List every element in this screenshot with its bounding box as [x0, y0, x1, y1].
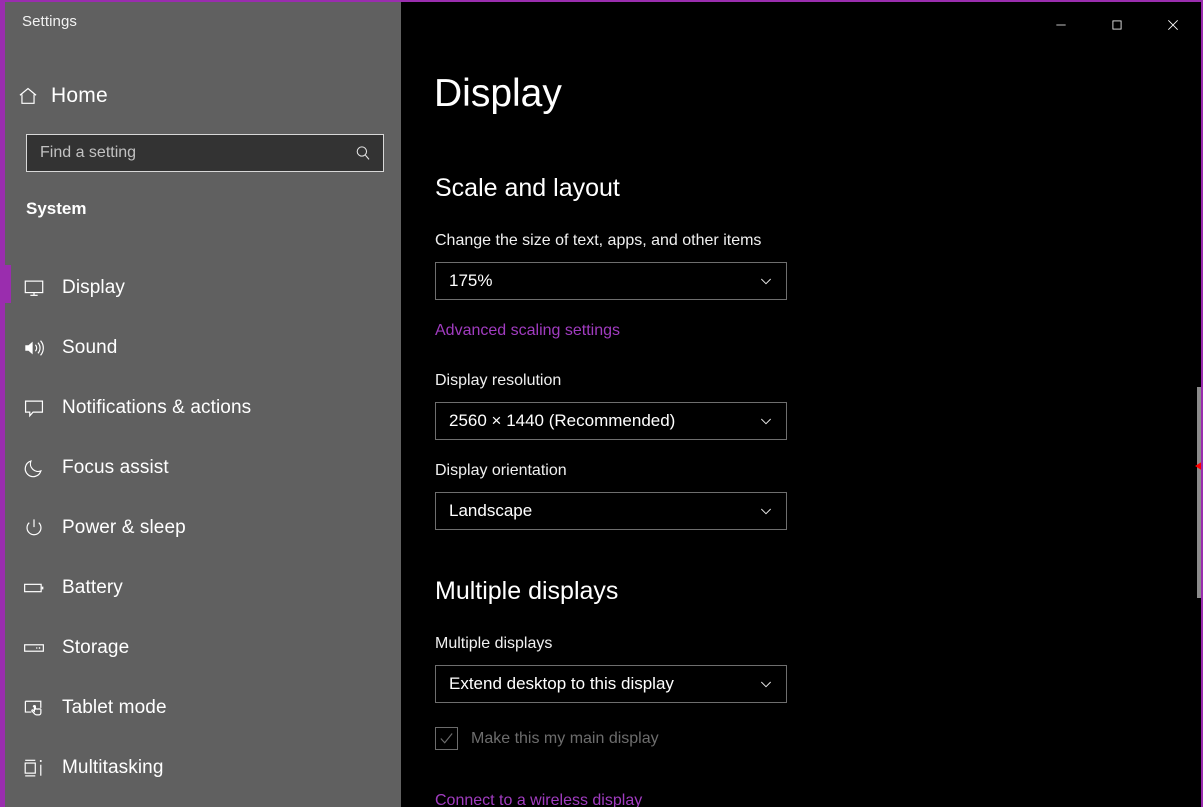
display-orientation-value: Landscape	[436, 501, 746, 521]
sidebar-home-label: Home	[51, 84, 108, 108]
sidebar-item-label: Sound	[62, 337, 117, 359]
sidebar-item-notifications-actions[interactable]: Notifications & actions	[5, 378, 401, 438]
battery-icon	[5, 577, 62, 599]
search-box[interactable]	[26, 134, 384, 172]
checkbox-checked-icon[interactable]	[435, 727, 458, 750]
display-resolution-label: Display resolution	[435, 372, 561, 390]
selection-accent-bar	[5, 385, 11, 423]
content-scrollbar[interactable]	[1190, 44, 1203, 807]
search-input[interactable]	[27, 144, 343, 162]
sidebar-item-storage[interactable]: Storage	[5, 618, 401, 678]
minimize-icon[interactable]	[1033, 4, 1089, 46]
multitasking-icon	[5, 757, 62, 779]
chevron-down-icon	[746, 503, 786, 519]
sidebar-item-label: Power & sleep	[62, 517, 186, 539]
display-orientation-label: Display orientation	[435, 462, 567, 480]
selection-accent-bar	[5, 745, 11, 783]
multiple-displays-value: Extend desktop to this display	[436, 674, 746, 694]
sidebar-item-label: Multitasking	[62, 757, 164, 779]
selection-accent-bar	[5, 625, 11, 663]
speaker-icon	[5, 337, 62, 359]
sidebar-item-label: Notifications & actions	[62, 397, 251, 419]
selection-accent-bar	[5, 325, 11, 363]
sidebar-item-sound[interactable]: Sound	[5, 318, 401, 378]
sidebar-item-tablet-mode[interactable]: Tablet mode	[5, 678, 401, 738]
scale-dropdown[interactable]: 175%	[435, 262, 787, 300]
selection-accent-bar	[5, 565, 11, 603]
multiple-displays-label: Multiple displays	[435, 635, 552, 653]
sidebar-item-label: Storage	[62, 637, 129, 659]
sidebar-item-multitasking[interactable]: Multitasking	[5, 738, 401, 798]
selection-accent-bar	[5, 685, 11, 723]
monitor-icon	[5, 277, 62, 299]
scale-value: 175%	[436, 271, 746, 291]
power-icon	[5, 517, 62, 539]
main-display-checkbox-label: Make this my main display	[471, 730, 659, 748]
moon-icon	[5, 457, 62, 479]
search-icon[interactable]	[343, 135, 383, 171]
advanced-scaling-settings-link[interactable]: Advanced scaling settings	[435, 322, 620, 340]
connect-wireless-display-link[interactable]: Connect to a wireless display	[435, 792, 642, 807]
sidebar-nav-list: Display Sound Notifications & actions Focus…	[5, 258, 401, 798]
chevron-down-icon	[746, 676, 786, 692]
drive-icon	[5, 637, 62, 659]
selection-accent-bar	[5, 445, 11, 483]
close-icon[interactable]	[1145, 4, 1201, 46]
sidebar-group-title: System	[26, 199, 86, 219]
sidebar-item-label: Focus assist	[62, 457, 169, 479]
scale-label: Change the size of text, apps, and other…	[435, 232, 761, 250]
home-icon	[5, 85, 51, 107]
main-content: Display Scale and layout Change the size…	[401, 44, 1203, 807]
selection-accent-bar	[5, 265, 11, 303]
display-resolution-dropdown[interactable]: 2560 × 1440 (Recommended)	[435, 402, 787, 440]
page-title: Display	[434, 72, 562, 116]
sidebar-item-home[interactable]: Home	[5, 76, 401, 116]
window-title: Settings	[22, 13, 77, 30]
sidebar-item-display[interactable]: Display	[5, 258, 401, 318]
scale-and-layout-heading: Scale and layout	[435, 174, 620, 203]
sidebar-item-label: Display	[62, 277, 125, 299]
chevron-down-icon	[746, 273, 786, 289]
chat-bubble-icon	[5, 397, 62, 419]
main-display-checkbox-row[interactable]: Make this my main display	[435, 727, 659, 750]
settings-window: Settings Home System Display Sound Notific…	[0, 0, 1203, 807]
tablet-hand-icon	[5, 697, 62, 719]
selection-accent-bar	[5, 505, 11, 543]
multiple-displays-heading: Multiple displays	[435, 577, 618, 606]
sidebar: Settings Home System Display Sound Notific…	[5, 2, 401, 807]
sidebar-item-battery[interactable]: Battery	[5, 558, 401, 618]
scrollbar-thumb[interactable]	[1197, 387, 1201, 598]
maximize-icon[interactable]	[1089, 4, 1145, 46]
display-resolution-value: 2560 × 1440 (Recommended)	[436, 411, 746, 431]
sidebar-item-label: Battery	[62, 577, 123, 599]
multiple-displays-dropdown[interactable]: Extend desktop to this display	[435, 665, 787, 703]
sidebar-item-focus-assist[interactable]: Focus assist	[5, 438, 401, 498]
sidebar-item-power-sleep[interactable]: Power & sleep	[5, 498, 401, 558]
display-orientation-dropdown[interactable]: Landscape	[435, 492, 787, 530]
chevron-down-icon	[746, 413, 786, 429]
sidebar-item-label: Tablet mode	[62, 697, 167, 719]
window-controls	[1033, 4, 1201, 46]
